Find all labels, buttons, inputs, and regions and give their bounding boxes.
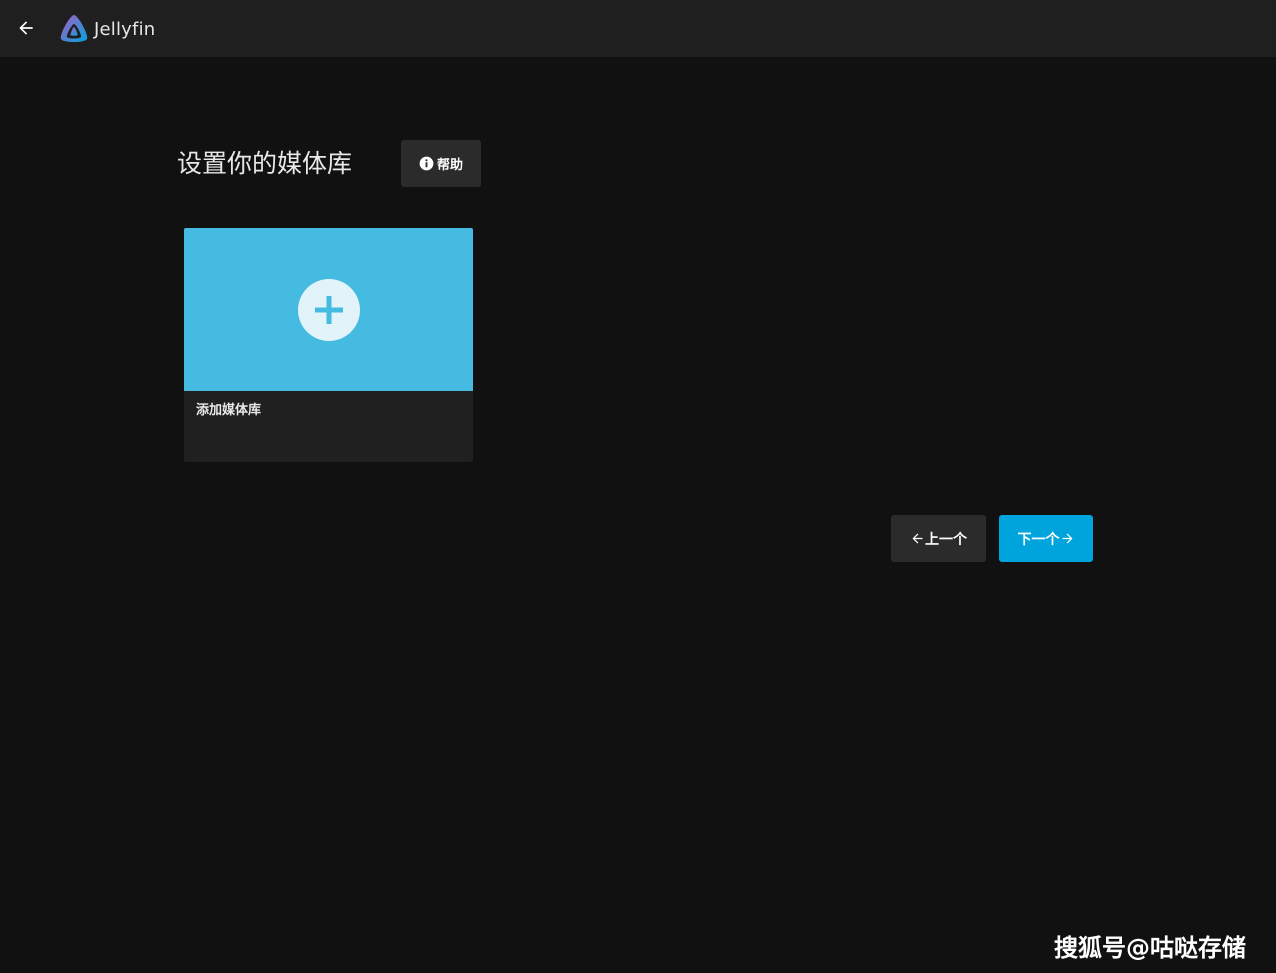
app-header: Jellyfin (0, 0, 1276, 57)
info-icon (419, 156, 434, 171)
add-library-card[interactable]: 添加媒体库 (184, 228, 473, 462)
help-label: 帮助 (436, 158, 463, 173)
help-button[interactable]: 帮助 (401, 140, 481, 187)
arrow-left-icon (912, 533, 923, 544)
page-title: 设置你的媒体库 (177, 149, 353, 178)
plus-icon (314, 295, 343, 324)
add-library-button[interactable] (297, 278, 360, 341)
next-button[interactable]: 下一个 (999, 515, 1093, 562)
previous-label: 上一个 (925, 531, 967, 548)
add-library-card-image[interactable] (184, 228, 473, 391)
add-library-label: 添加媒体库 (196, 403, 262, 418)
jellyfin-logo-icon (60, 15, 88, 42)
next-label: 下一个 (1017, 531, 1060, 548)
app-logo[interactable]: Jellyfin (58, 12, 155, 46)
previous-button[interactable]: 上一个 (891, 515, 986, 562)
setup-page: Jellyfin 设置你的媒体库 帮助 添加媒体库 上一个 下一个 搜狐号@咕哒… (0, 0, 1276, 973)
watermark: 搜狐号@咕哒存储 (1054, 934, 1246, 962)
arrow-left-icon (19, 21, 33, 35)
arrow-right-icon (1062, 533, 1072, 544)
app-name: Jellyfin (94, 18, 156, 40)
back-button[interactable] (10, 13, 42, 43)
